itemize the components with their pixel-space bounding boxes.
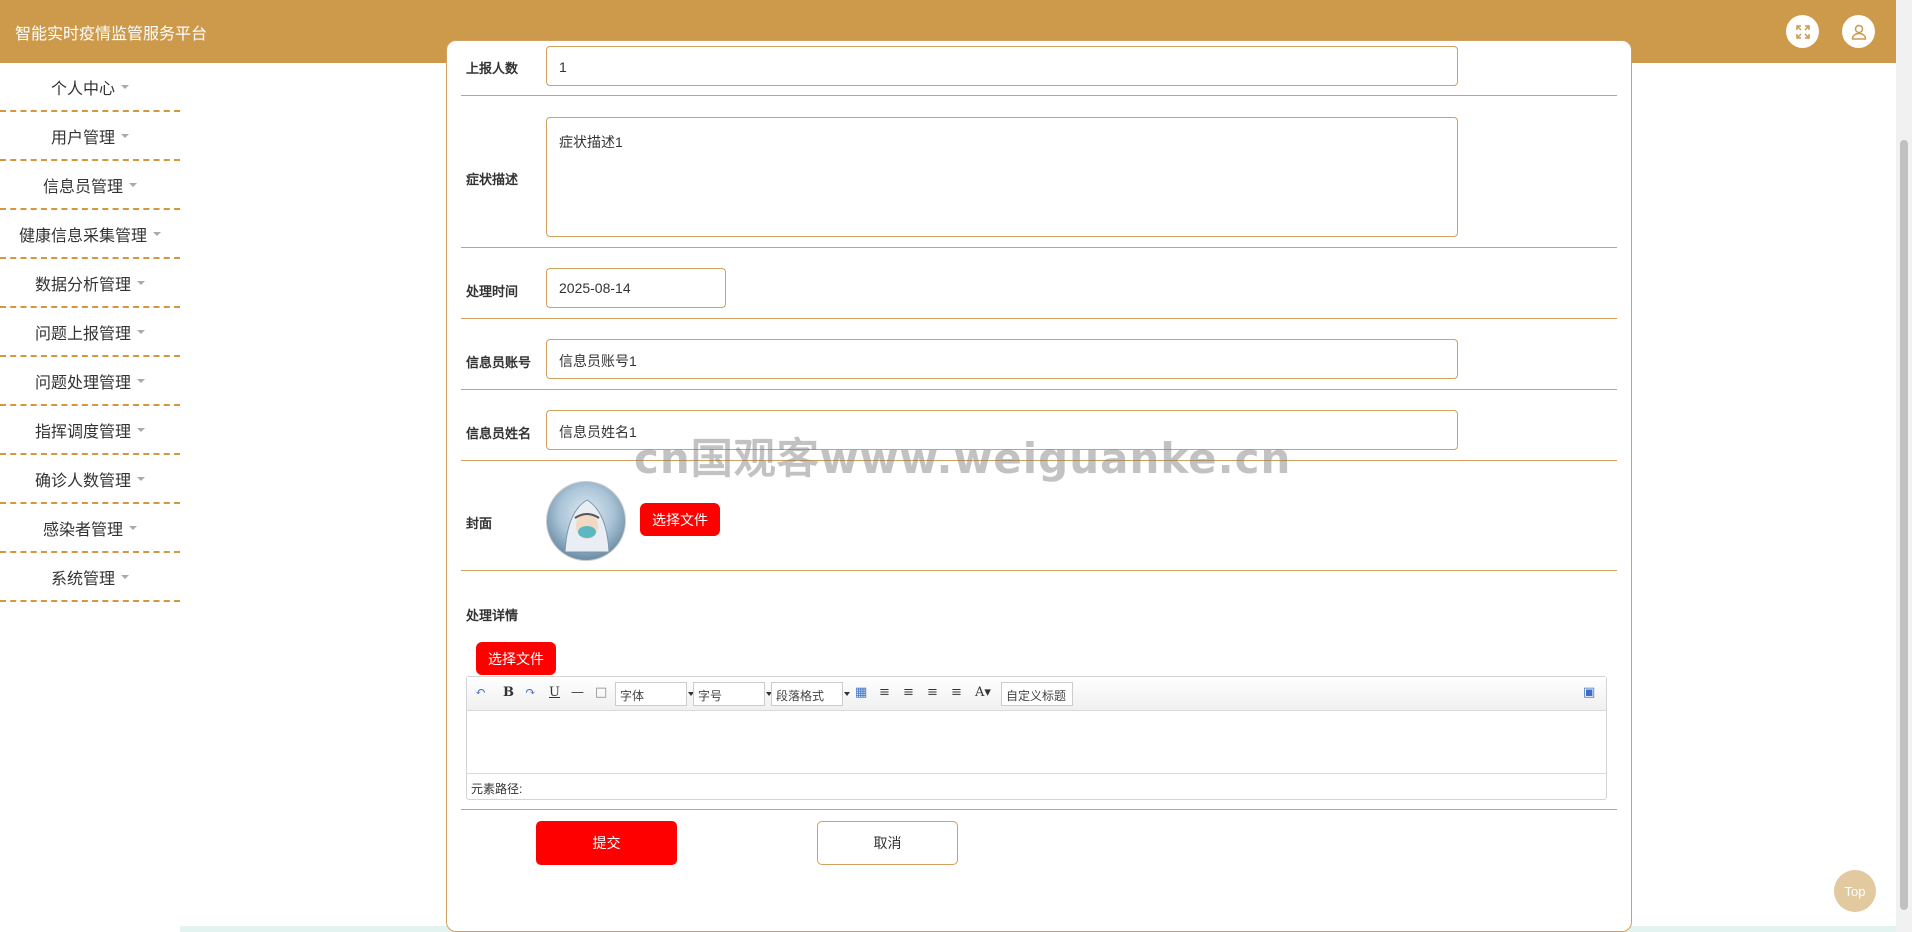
symptom-textarea[interactable]: 症状描述1	[546, 117, 1458, 237]
align-right-icon[interactable]: ≡	[903, 685, 914, 700]
informant-name-label: 信息员姓名	[466, 426, 532, 441]
caret-down-icon	[137, 329, 145, 334]
paragraph-select[interactable]: 段落格式	[771, 682, 850, 706]
row-divider	[461, 95, 1617, 96]
page-scrollbar[interactable]	[1896, 0, 1912, 932]
undo-icon[interactable]: ↶	[475, 685, 486, 700]
symptom-label: 症状描述	[466, 172, 519, 187]
align-center-icon[interactable]: ≡	[927, 685, 938, 700]
row-divider	[461, 389, 1617, 390]
cover-illustration-icon	[564, 499, 610, 553]
sidebar-item-informant-management[interactable]: 信息员管理	[0, 161, 180, 210]
caret-down-icon	[137, 427, 145, 432]
caret-down-icon	[129, 182, 137, 187]
fullscreen-editor-icon[interactable]: ▣	[1583, 685, 1595, 700]
caret-down-icon	[121, 574, 129, 579]
cover-choose-file-button[interactable]: 选择文件	[640, 503, 720, 536]
horizontal-rule-icon[interactable]: —	[571, 685, 584, 700]
user-button[interactable]	[1842, 15, 1875, 48]
caret-down-icon	[137, 378, 145, 383]
app-title: 智能实时疫情监管服务平台	[15, 26, 208, 43]
row-divider	[461, 318, 1617, 319]
sidebar-item-issue-processing[interactable]: 问题处理管理	[0, 357, 180, 406]
bold-icon[interactable]: B	[503, 685, 514, 700]
fullscreen-button[interactable]	[1786, 15, 1819, 48]
process-time-input[interactable]: 2025-08-14	[546, 268, 726, 308]
row-divider	[461, 809, 1617, 810]
element-path: 元素路径:	[467, 773, 1606, 799]
sidebar-item-health-collection[interactable]: 健康信息采集管理	[0, 210, 180, 259]
cover-image	[546, 481, 626, 561]
caret-down-icon	[129, 525, 137, 530]
reported-count-input[interactable]: 1	[546, 46, 1458, 86]
dropdown-arrow-icon	[844, 692, 850, 696]
sidebar-item-dispatch[interactable]: 指挥调度管理	[0, 406, 180, 455]
custom-title-select[interactable]: 自定义标题	[1001, 682, 1073, 706]
underline-icon[interactable]: U	[549, 685, 560, 700]
informant-account-input[interactable]: 信息员账号1	[546, 339, 1458, 379]
sidebar-item-data-analysis[interactable]: 数据分析管理	[0, 259, 180, 308]
details-choose-file-button[interactable]: 选择文件	[476, 642, 556, 675]
sidebar-item-personal-center[interactable]: 个人中心	[0, 63, 180, 112]
sidebar-item-user-management[interactable]: 用户管理	[0, 112, 180, 161]
scrollbar-thumb[interactable]	[1900, 140, 1908, 910]
table-icon[interactable]: ▦	[855, 685, 867, 700]
row-divider	[461, 570, 1617, 571]
sidebar-item-confirmed-count[interactable]: 确诊人数管理	[0, 455, 180, 504]
caret-down-icon	[121, 84, 129, 89]
informant-account-label: 信息员账号	[466, 355, 532, 370]
caret-down-icon	[121, 133, 129, 138]
font-size-select[interactable]: 字号	[693, 682, 772, 706]
submit-button[interactable]: 提交	[536, 821, 677, 865]
sidebar-item-system[interactable]: 系统管理	[0, 553, 180, 602]
row-divider	[461, 247, 1617, 248]
rich-text-editor: ↶ B ↷ U — □ 字体 字号 段落格式 ▦ ≡ ≡ ≡ ≡ A▾ 自定义标…	[466, 676, 1607, 800]
redo-icon[interactable]: ↷	[525, 685, 536, 700]
sidebar-item-infected[interactable]: 感染者管理	[0, 504, 180, 553]
caret-down-icon	[137, 280, 145, 285]
align-justify-icon[interactable]: ≡	[951, 685, 962, 700]
expand-icon	[1795, 24, 1810, 39]
sidebar-item-issue-report[interactable]: 问题上报管理	[0, 308, 180, 357]
process-time-label: 处理时间	[466, 284, 519, 299]
page-icon[interactable]: □	[595, 685, 607, 700]
back-to-top-button[interactable]: Top	[1834, 870, 1876, 912]
watermark: cn国观客www.weiguanke.cn	[634, 434, 1292, 483]
editor-toolbar: ↶ B ↷ U — □ 字体 字号 段落格式 ▦ ≡ ≡ ≡ ≡ A▾ 自定义标…	[467, 677, 1606, 711]
user-icon	[1851, 24, 1866, 40]
reported-count-label: 上报人数	[466, 61, 519, 76]
cover-label: 封面	[466, 516, 493, 531]
caret-down-icon	[153, 231, 161, 236]
align-left-icon[interactable]: ≡	[879, 685, 890, 700]
font-family-select[interactable]: 字体	[615, 682, 694, 706]
sidebar-menu: 个人中心 用户管理 信息员管理 健康信息采集管理 数据分析管理 问题上报管理 问…	[0, 63, 180, 602]
details-label: 处理详情	[466, 608, 519, 623]
cancel-button[interactable]: 取消	[817, 821, 958, 865]
caret-down-icon	[137, 476, 145, 481]
font-color-icon[interactable]: A▾	[975, 685, 991, 700]
